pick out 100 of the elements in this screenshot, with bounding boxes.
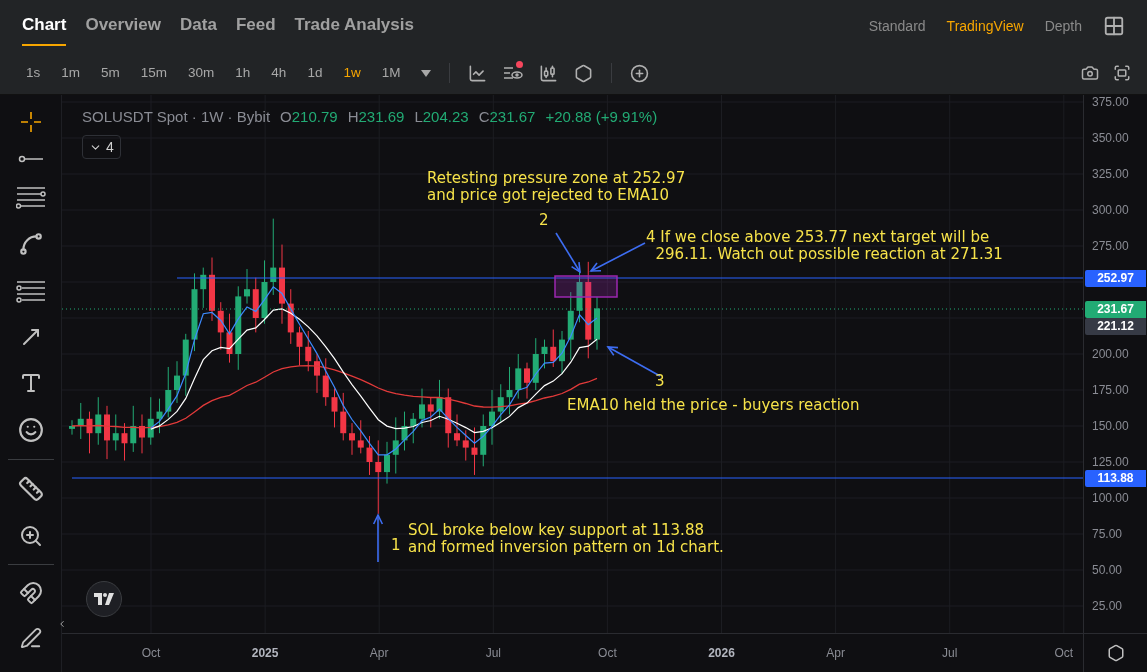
pattern-icon[interactable]	[17, 231, 44, 257]
candle	[314, 353, 320, 394]
candle	[112, 414, 119, 451]
price-tag: 113.88	[1085, 470, 1146, 487]
zone-rectangle	[554, 275, 618, 298]
candle	[200, 267, 207, 309]
price-axis-label: 300.00	[1092, 203, 1129, 217]
settings-icon[interactable]	[1106, 644, 1125, 662]
nav-tab[interactable]: Chart	[22, 6, 67, 46]
candle	[532, 337, 539, 391]
candle	[287, 288, 294, 345]
candle	[261, 259, 268, 325]
annotation-text: 1	[391, 537, 401, 554]
nav-tab[interactable]: Data	[180, 6, 217, 46]
time-axis-label: Apr	[826, 645, 845, 662]
candle	[515, 353, 522, 400]
annotation-text: 4 If we close above 253.77 next target will be 296.11. Watch out possible reaction at 271.31	[646, 229, 1003, 263]
view-mode-tab[interactable]: Standard	[868, 15, 926, 37]
candle	[401, 411, 408, 451]
settings-icon[interactable]	[574, 63, 594, 83]
layout-grid-icon[interactable]	[1103, 15, 1125, 37]
view-mode-tab[interactable]: TradingView	[946, 15, 1024, 37]
collapse-icon[interactable]	[57, 619, 67, 629]
candle	[209, 257, 215, 322]
interval-button[interactable]: 1M	[381, 62, 401, 84]
view-mode-tab[interactable]: Depth	[1044, 15, 1082, 37]
price-axis-label: 25.00	[1092, 599, 1123, 613]
candle	[392, 416, 399, 474]
interval-button[interactable]: 1h	[235, 62, 251, 84]
indicators-button[interactable]	[503, 64, 524, 82]
price-tag: 221.12	[1085, 318, 1146, 335]
candle	[506, 366, 513, 415]
price-axis-label: 175.00	[1092, 383, 1129, 397]
candle	[541, 339, 548, 369]
tradingview-logo[interactable]	[86, 581, 122, 617]
candle	[130, 405, 137, 453]
interval-button[interactable]: 1s	[26, 62, 41, 84]
candle	[296, 326, 303, 366]
annotation-text: EMA10 held the price - buyers reaction	[567, 397, 860, 414]
line-chart-icon[interactable]	[468, 63, 488, 83]
candle	[305, 330, 312, 372]
nav-tab[interactable]: Overview	[85, 6, 161, 46]
interval-button[interactable]: 15m	[140, 62, 168, 84]
candle	[436, 379, 443, 420]
candle	[340, 392, 347, 441]
candle	[489, 389, 495, 446]
candle	[77, 402, 84, 440]
interval-button[interactable]: 1d	[307, 62, 323, 84]
price-axis-label: 75.00	[1092, 527, 1123, 541]
interval-button[interactable]: 30m	[188, 62, 215, 84]
interval-button[interactable]: 1m	[61, 62, 81, 84]
annotation-arrow	[372, 513, 384, 563]
candle	[331, 388, 338, 428]
candle	[217, 301, 224, 351]
price-axis-label: 150.00	[1092, 419, 1129, 433]
ohlc-value: O210.79	[280, 107, 338, 127]
emoji-icon[interactable]	[17, 417, 44, 443]
candle	[524, 362, 530, 400]
trend-line-icon[interactable]	[17, 155, 44, 163]
caret-icon[interactable]	[421, 69, 432, 77]
price-axis-label: 200.00	[1092, 347, 1129, 361]
interval-button[interactable]: 1w	[343, 62, 361, 84]
collapse-button[interactable]: 4	[82, 135, 121, 159]
nav-tab[interactable]: Trade Analysis	[294, 6, 414, 46]
candle	[410, 412, 417, 444]
candle	[252, 277, 259, 333]
candle	[86, 411, 93, 454]
fullscreen-icon[interactable]	[1113, 64, 1131, 82]
candle	[445, 388, 452, 449]
camera-icon[interactable]	[1081, 64, 1099, 82]
candle	[384, 441, 390, 485]
forecast-lines-icon[interactable]	[15, 279, 46, 303]
candle	[121, 422, 128, 462]
price-axis-label: 325.00	[1092, 167, 1129, 181]
candle	[69, 419, 75, 436]
annotation-arrow	[555, 232, 581, 274]
candle	[226, 313, 233, 364]
time-axis-label: Jul	[485, 645, 501, 662]
candle	[480, 414, 487, 467]
zoom-in-icon[interactable]	[18, 524, 43, 548]
candle	[357, 419, 364, 454]
candlestick-icon[interactable]	[539, 63, 559, 83]
price-axis-label: 125.00	[1092, 455, 1129, 469]
add-icon[interactable]	[630, 63, 650, 83]
crosshair-icon[interactable]	[19, 111, 42, 133]
candle	[139, 414, 145, 454]
fib-lines-icon[interactable]	[15, 185, 46, 209]
candle	[427, 396, 434, 428]
ruler-icon[interactable]	[17, 476, 44, 502]
magnet-icon[interactable]	[18, 581, 43, 605]
candle	[174, 360, 180, 404]
candle	[594, 296, 600, 351]
candle	[147, 396, 154, 446]
price-axis-label: 100.00	[1092, 491, 1129, 505]
candle	[559, 330, 565, 375]
interval-button[interactable]: 5m	[101, 62, 120, 84]
time-axis-label: Apr	[369, 645, 389, 662]
candle	[567, 291, 574, 361]
nav-tab[interactable]: Feed	[235, 6, 276, 46]
interval-button[interactable]: 4h	[271, 62, 287, 84]
